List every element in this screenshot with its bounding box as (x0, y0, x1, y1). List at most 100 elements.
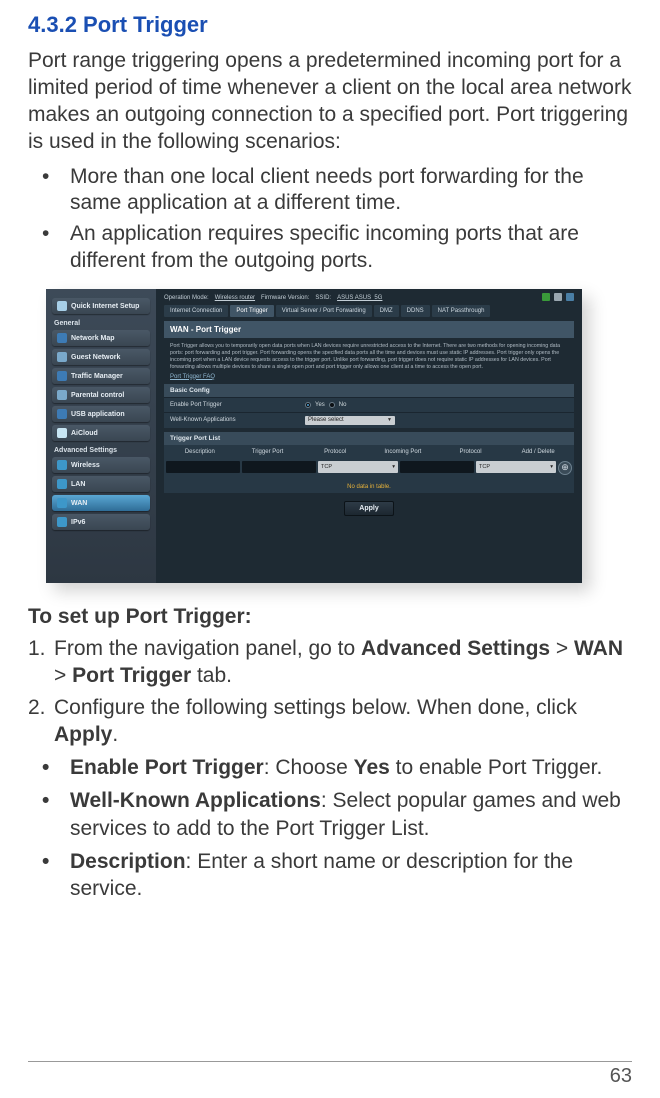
op-mode-label: Operation Mode: (164, 295, 209, 301)
radio-yes[interactable] (305, 402, 311, 408)
sidebar-item-wan[interactable]: WAN (52, 495, 150, 511)
sub-enable-port-trigger: •Enable Port Trigger: Choose Yes to enab… (42, 754, 632, 781)
ssid-value: ASUS ASUS_5G (337, 295, 382, 301)
lan-icon (57, 479, 67, 489)
sub-description: •Description: Enter a short name or desc… (42, 848, 632, 903)
sidebar-item-label: Network Map (71, 335, 115, 342)
col-protocol: Protocol (301, 449, 369, 455)
sidebar-item-guest-network[interactable]: Guest Network (52, 349, 150, 365)
sidebar-item-label: WAN (71, 500, 87, 507)
radio-no-label: No (339, 402, 347, 408)
status-icons (542, 293, 574, 301)
tabs: Internet Connection Port Trigger Virtual… (164, 305, 574, 317)
step-1: 1. From the navigation panel, go to Adva… (28, 635, 632, 690)
sidebar-item-usb-application[interactable]: USB application (52, 406, 150, 422)
table-columns: Description Trigger Port Protocol Incomi… (164, 445, 574, 459)
col-description: Description (166, 449, 234, 455)
steps-list: 1. From the navigation panel, go to Adva… (28, 635, 632, 748)
scenario-bullets: •More than one local client needs port f… (28, 164, 632, 276)
incoming-protocol-select[interactable]: TCP▾ (476, 461, 556, 473)
section-heading: 4.3.2 Port Trigger (28, 12, 632, 38)
network-map-icon (57, 333, 67, 343)
sidebar-item-label: Guest Network (71, 354, 120, 361)
enable-port-trigger-label: Enable Port Trigger (164, 398, 299, 412)
bullet-dot: • (42, 787, 70, 842)
tab-port-trigger[interactable]: Port Trigger (230, 305, 273, 317)
op-mode-value[interactable]: Wireless router (215, 295, 255, 301)
well-known-apps-select[interactable]: Please select ▼ (305, 416, 395, 425)
radio-no[interactable] (329, 402, 335, 408)
info-bar: Operation Mode: Wireless router Firmware… (164, 293, 574, 305)
parental-control-icon (57, 390, 67, 400)
step-text: From the navigation panel, go to Advance… (54, 635, 632, 690)
radio-yes-label: Yes (315, 402, 325, 408)
aicloud-icon (57, 428, 67, 438)
tab-nat-passthrough[interactable]: NAT Passthrough (432, 305, 491, 317)
bullet-text: Well-Known Applications: Select popular … (70, 787, 632, 842)
enable-port-trigger-value: Yes No (299, 398, 574, 412)
apply-button[interactable]: Apply (344, 501, 393, 516)
step-text: Configure the following settings below. … (54, 694, 632, 749)
sidebar-item-ipv6[interactable]: IPv6 (52, 514, 150, 530)
well-known-apps-selected: Please select (308, 417, 344, 423)
sidebar-section-general: General (54, 320, 148, 327)
sidebar-section-advanced: Advanced Settings (54, 447, 148, 454)
basic-config-header: Basic Config (164, 384, 574, 397)
trigger-protocol-select[interactable]: TCP▾ (318, 461, 398, 473)
description-input[interactable] (166, 461, 240, 473)
ssid-label: SSID: (315, 295, 331, 301)
guest-network-icon (57, 352, 67, 362)
sidebar-item-label: Quick Internet Setup (71, 303, 139, 310)
no-data-message: No data in table. (164, 481, 574, 493)
incoming-port-input[interactable] (400, 461, 474, 473)
tab-dmz[interactable]: DMZ (374, 305, 399, 317)
sidebar-item-label: Wireless (71, 462, 100, 469)
tab-internet-connection[interactable]: Internet Connection (164, 305, 228, 317)
add-button[interactable]: ⊕ (558, 461, 572, 475)
sidebar: Quick Internet Setup General Network Map… (46, 289, 156, 583)
chevron-down-icon: ▼ (383, 417, 392, 423)
bullet-text: An application requires specific incomin… (70, 221, 632, 275)
sub-well-known-applications: •Well-Known Applications: Select popular… (42, 787, 632, 842)
sidebar-item-traffic-manager[interactable]: Traffic Manager (52, 368, 150, 384)
tab-ddns[interactable]: DDNS (401, 305, 430, 317)
main-panel: Operation Mode: Wireless router Firmware… (156, 289, 582, 583)
traffic-manager-icon (57, 371, 67, 381)
step-number: 2. (28, 694, 54, 749)
trigger-port-input[interactable] (242, 461, 316, 473)
col-trigger-port: Trigger Port (234, 449, 302, 455)
sidebar-item-label: AiCloud (71, 430, 98, 437)
sidebar-item-network-map[interactable]: Network Map (52, 330, 150, 346)
bullet-item: •More than one local client needs port f… (42, 164, 632, 218)
trigger-port-list-header: Trigger Port List (164, 432, 574, 445)
bullet-item: •An application requires specific incomi… (42, 221, 632, 275)
link-status-icon (566, 293, 574, 301)
setup-heading: To set up Port Trigger: (28, 605, 632, 629)
bullet-dot: • (42, 164, 70, 218)
col-incoming-port: Incoming Port (369, 449, 437, 455)
well-known-apps-label: Well-Known Applications (164, 413, 299, 428)
sidebar-item-qis[interactable]: Quick Internet Setup (52, 298, 150, 314)
sidebar-item-label: LAN (71, 481, 85, 488)
bullet-dot: • (42, 848, 70, 903)
step-2: 2. Configure the following settings belo… (28, 694, 632, 749)
intro-paragraph: Port range triggering opens a predetermi… (28, 48, 632, 156)
col-protocol2: Protocol (437, 449, 505, 455)
wireless-icon (57, 460, 67, 470)
sidebar-item-parental-control[interactable]: Parental control (52, 387, 150, 403)
page-number: 63 (610, 1065, 632, 1088)
col-add-delete: Add / Delete (504, 449, 572, 455)
enable-port-trigger-row: Enable Port Trigger Yes No (164, 397, 574, 412)
sidebar-item-wireless[interactable]: Wireless (52, 457, 150, 473)
internet-status-icon (542, 293, 550, 301)
sidebar-item-label: IPv6 (71, 519, 85, 526)
bullet-dot: • (42, 221, 70, 275)
qis-icon (57, 301, 67, 311)
sidebar-item-label: USB application (71, 411, 125, 418)
sidebar-item-aicloud[interactable]: AiCloud (52, 425, 150, 441)
port-trigger-faq-link[interactable]: Port Trigger FAQ (164, 374, 574, 384)
panel-title: WAN - Port Trigger (164, 321, 574, 338)
sidebar-item-lan[interactable]: LAN (52, 476, 150, 492)
router-screenshot: Quick Internet Setup General Network Map… (46, 289, 632, 583)
tab-virtual-server[interactable]: Virtual Server / Port Forwarding (276, 305, 372, 317)
